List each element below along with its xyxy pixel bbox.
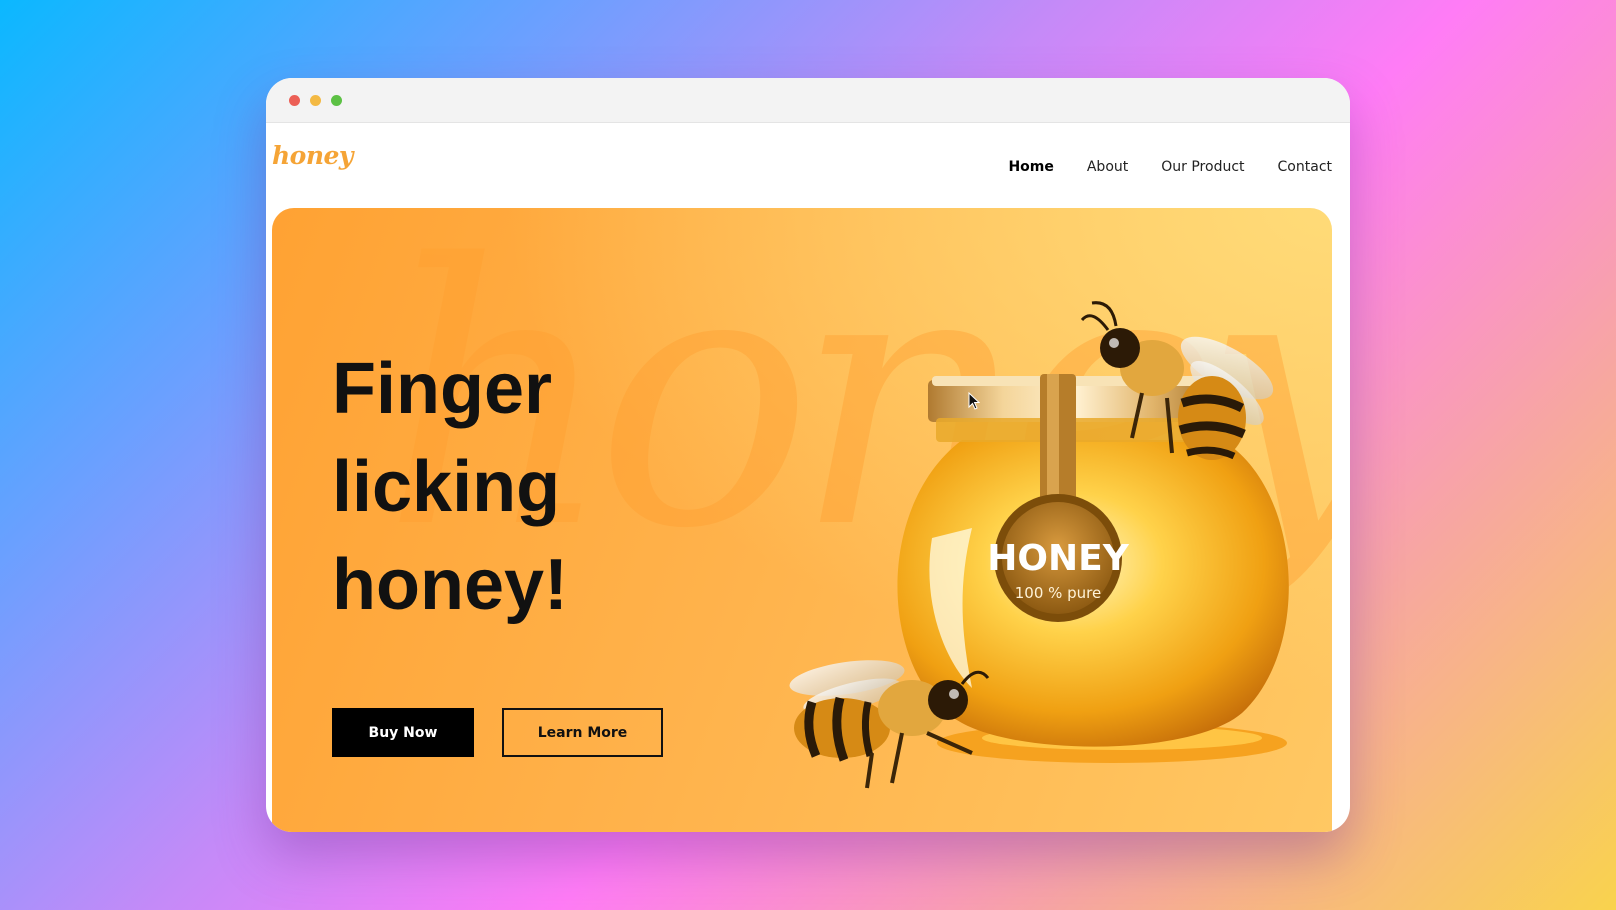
cursor-icon [968,392,980,410]
hero-banner: honey HONEY 100 % pure Finger licking ho… [272,208,1332,832]
close-dot-icon[interactable] [289,95,300,106]
title-bar [266,78,1350,123]
site-logo[interactable]: honey [272,141,353,170]
headline-line-2: licking [332,447,561,527]
nav-link-our-product[interactable]: Our Product [1161,159,1244,175]
learn-more-button[interactable]: Learn More [502,708,663,757]
jar-label-text: HONEY [987,538,1129,579]
nav-link-contact[interactable]: Contact [1278,159,1332,175]
buy-now-button[interactable]: Buy Now [332,708,474,757]
jar-sublabel-text: 100 % pure [1015,584,1102,602]
headline-line-3: honey! [332,545,569,625]
browser-window: honey Home About Our Product Contact hon… [266,78,1350,832]
maximize-dot-icon[interactable] [331,95,342,106]
main-nav: Home About Our Product Contact [1008,159,1332,175]
hero-headline: Finger licking honey! [332,340,568,634]
site-navbar: honey Home About Our Product Contact [266,123,1350,205]
nav-link-home[interactable]: Home [1008,159,1053,175]
headline-line-1: Finger [332,349,553,429]
minimize-dot-icon[interactable] [310,95,321,106]
nav-link-about[interactable]: About [1087,159,1128,175]
